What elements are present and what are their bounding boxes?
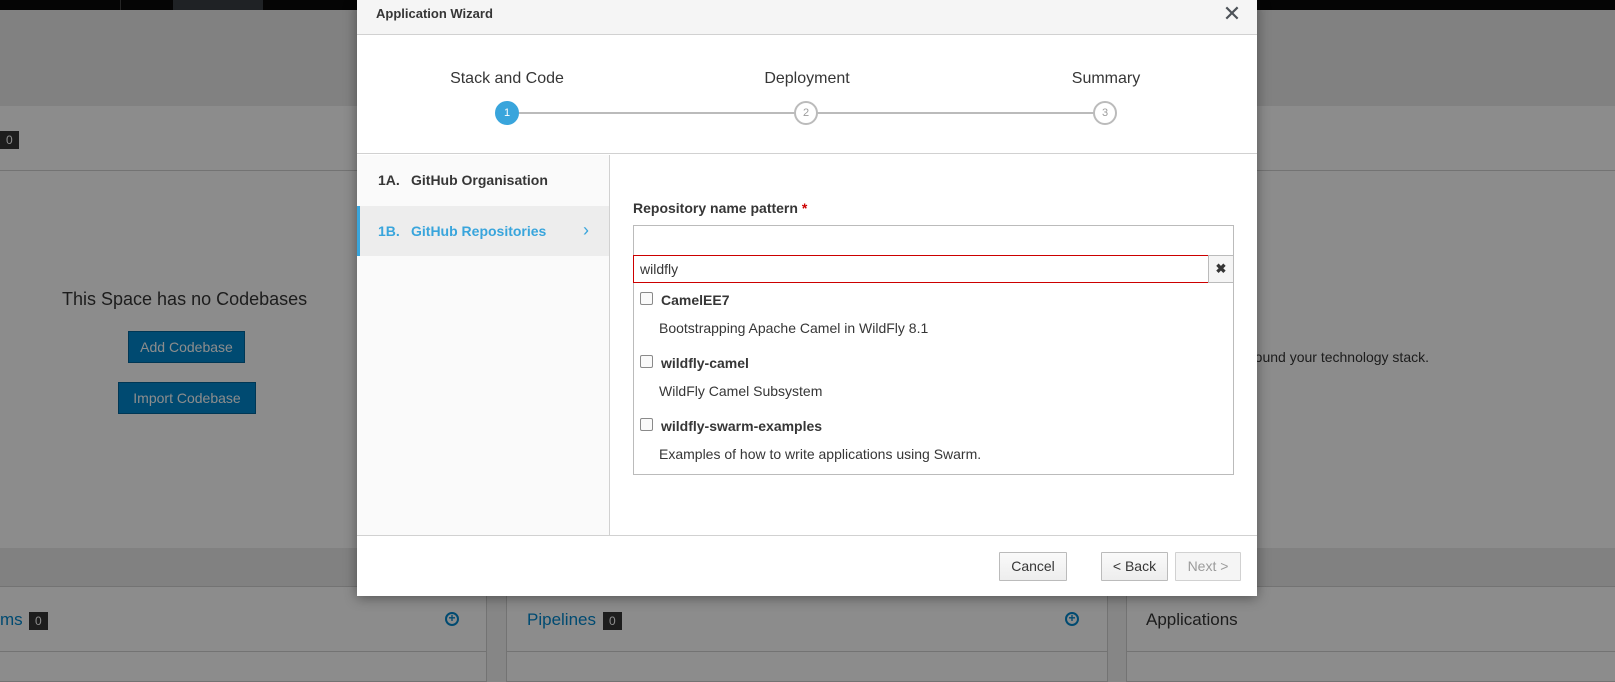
modal-header: Application Wizard ✕ — [357, 0, 1257, 35]
repo-checkbox[interactable] — [640, 418, 653, 431]
sidebar-item-label: GitHub Organisation — [411, 172, 548, 188]
list-item[interactable]: wildfly-swarm-examples Examples of how t… — [634, 414, 1233, 477]
wizard-content: Repository name pattern * ✖ CamelEE7 Boo… — [610, 155, 1257, 535]
repo-name[interactable]: CamelEE7 — [661, 292, 729, 308]
wizard-sidebar: 1A. GitHub Organisation 1B. GitHub Repos… — [357, 155, 610, 535]
step-label-summary[interactable]: Summary — [1006, 70, 1206, 88]
sidebar-item-github-repositories[interactable]: 1B. GitHub Repositories › — [357, 206, 609, 256]
repo-description: WildFly Camel Subsystem — [659, 383, 823, 399]
application-wizard-modal: Application Wizard ✕ Stack and Code Depl… — [357, 0, 1257, 596]
sidebar-item-number: 1A. — [378, 172, 400, 188]
sidebar-item-number: 1B. — [378, 223, 400, 239]
step-circle-3[interactable]: 3 — [1093, 101, 1117, 125]
repository-pattern-label: Repository name pattern * — [633, 200, 807, 216]
sidebar-item-label: GitHub Repositories — [411, 223, 547, 239]
step-label-deployment[interactable]: Deployment — [707, 70, 907, 88]
list-item[interactable]: wildfly-camel WildFly Camel Subsystem — [634, 351, 1233, 414]
step-circle-2[interactable]: 2 — [794, 101, 818, 125]
repo-description: Bootstrapping Apache Camel in WildFly 8.… — [659, 320, 929, 336]
repo-name[interactable]: wildfly-camel — [661, 355, 749, 371]
close-icon[interactable]: ✕ — [1221, 2, 1243, 26]
repository-search-input[interactable] — [633, 255, 1210, 283]
list-item[interactable]: CamelEE7 Bootstrapping Apache Camel in W… — [634, 288, 1233, 351]
wizard-steps: Stack and Code Deployment Summary 1 2 3 — [357, 35, 1257, 154]
chevron-right-icon: › — [583, 220, 589, 240]
cancel-button[interactable]: Cancel — [999, 552, 1067, 581]
required-marker: * — [801, 200, 808, 216]
modal-footer: Cancel < Back Next > — [357, 535, 1257, 596]
repo-checkbox[interactable] — [640, 355, 653, 368]
repo-name[interactable]: wildfly-swarm-examples — [661, 418, 822, 434]
repo-checkbox[interactable] — [640, 292, 653, 305]
back-button[interactable]: < Back — [1101, 552, 1168, 581]
repo-description: Examples of how to write applications us… — [659, 446, 982, 462]
sidebar-item-github-organisation[interactable]: 1A. GitHub Organisation — [357, 155, 609, 205]
repository-multiselect[interactable]: ✖ CamelEE7 Bootstrapping Apache Camel in… — [633, 225, 1234, 475]
next-button[interactable]: Next > — [1175, 552, 1241, 581]
clear-search-icon[interactable]: ✖ — [1208, 255, 1234, 283]
step-label-stack-and-code[interactable]: Stack and Code — [407, 70, 607, 88]
modal-title: Application Wizard — [376, 6, 493, 21]
step-circle-1[interactable]: 1 — [495, 101, 519, 125]
field-label-text: Repository name pattern — [633, 200, 798, 216]
